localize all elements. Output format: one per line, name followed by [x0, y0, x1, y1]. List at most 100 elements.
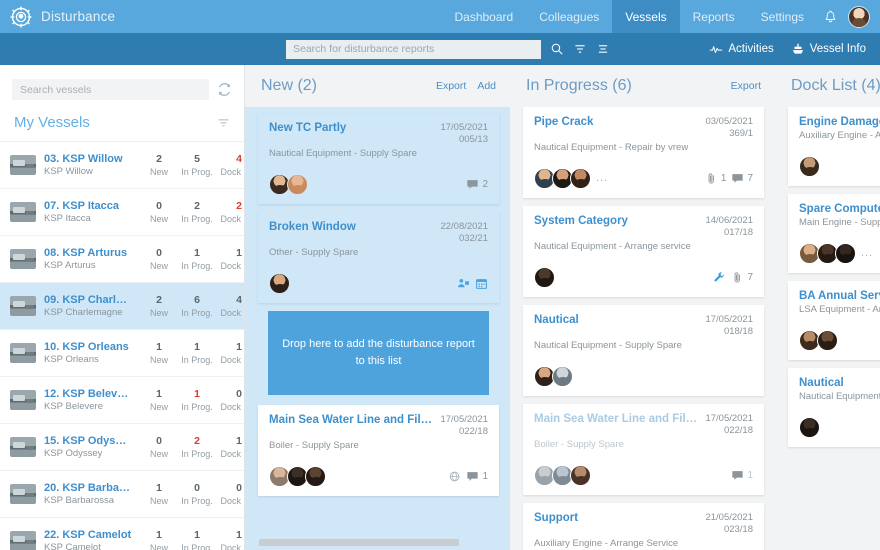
- avatar[interactable]: [305, 465, 326, 487]
- search-input[interactable]: [286, 39, 541, 59]
- nav-item-dashboard[interactable]: Dashboard: [441, 0, 526, 33]
- avatar[interactable]: [570, 464, 591, 486]
- report-card[interactable]: System Category 14/06/2021 017/18 Nautic…: [523, 206, 764, 297]
- card-subtitle: Nautical Equipment - Supply Spare: [534, 340, 682, 351]
- vessel-stat-dock-label: Dock List: [220, 307, 244, 318]
- avatar[interactable]: [534, 266, 555, 288]
- report-card[interactable]: Pipe Crack 03/05/2021 369/1 Nautical Equ…: [523, 107, 764, 198]
- nav-item-colleagues[interactable]: Colleagues: [526, 0, 612, 33]
- nav-item-reports[interactable]: Reports: [680, 0, 748, 33]
- report-card[interactable]: Nautical Nautical Equipment - Supply Spa…: [788, 368, 880, 447]
- card-reference: 369/1: [729, 128, 753, 139]
- report-card[interactable]: Main Sea Water Line and Filters 17/05/20…: [523, 404, 764, 495]
- vessel-names: 10. KSP Orleans KSP Orleans: [44, 341, 132, 365]
- avatar[interactable]: [269, 272, 290, 294]
- report-card[interactable]: Nautical 17/05/2021 018/18 Nautical Equi…: [523, 305, 764, 396]
- column-title: Dock List (4): [791, 77, 880, 94]
- vessel-row[interactable]: 12. KSP Belevere KSP Belevere 1 New 1 In…: [0, 376, 244, 423]
- filter-icon[interactable]: [217, 116, 230, 129]
- column-action-export[interactable]: Export: [436, 80, 466, 92]
- card-meta-value: 7: [747, 172, 753, 184]
- card-avatars: [799, 416, 820, 438]
- search-icon[interactable]: [550, 42, 564, 56]
- filter-icon[interactable]: [573, 42, 587, 56]
- card-reference: 022/18: [723, 425, 753, 436]
- wrench-icon: [714, 271, 725, 282]
- vessel-stat-new-label: New: [149, 213, 168, 224]
- brand[interactable]: Disturbance: [0, 6, 115, 28]
- report-card[interactable]: Engine Damage Auxiliary Engine - Arrange…: [788, 107, 880, 186]
- vessel-row[interactable]: 03. KSP Willow KSP Willow 2 New 5 In Pro…: [0, 141, 244, 188]
- report-card[interactable]: Broken Window 22/08/2021 032/21 Other - …: [258, 212, 499, 303]
- vessel-name: 09. KSP Charlem...: [44, 294, 132, 306]
- horizontal-scrollbar[interactable]: [245, 539, 880, 546]
- horizontal-scrollbar-thumb[interactable]: [259, 539, 459, 546]
- column-body: New TC Partly 17/05/2021 005/13 Nautical…: [245, 107, 510, 550]
- vessel-info-button[interactable]: Vessel Info: [791, 42, 866, 56]
- vessel-subname: KSP Camelot: [44, 542, 101, 550]
- sub-toolbar: Activities Vessel Info: [0, 33, 880, 65]
- vessel-names: 08. KSP Arturus KSP Arturus: [44, 247, 132, 271]
- card-date: 17/05/2021: [440, 122, 488, 133]
- vessel-search-input[interactable]: [12, 79, 209, 100]
- vessel-row[interactable]: 22. KSP Camelot KSP Camelot 1 New 1 In P…: [0, 517, 244, 550]
- vessel-info-label: Vessel Info: [809, 43, 866, 55]
- report-card[interactable]: BA Annual Service LSA Equipment - Arrang…: [788, 281, 880, 360]
- vessel-stat-new-count: 1: [156, 528, 162, 541]
- more-avatars-indicator[interactable]: ...: [596, 172, 608, 184]
- vessel-stat-dock-count: 1: [236, 434, 242, 447]
- nav-item-vessels[interactable]: Vessels: [612, 0, 680, 33]
- report-card[interactable]: Main Sea Water Line and Filters 17/05/20…: [258, 405, 499, 496]
- vessel-stat-dock-label: Dock List: [220, 542, 244, 550]
- vessel-stat-dock: 1 Dock List: [216, 341, 244, 366]
- vessel-stat-dock-count: 0: [236, 387, 242, 400]
- vessel-names: 22. KSP Camelot KSP Camelot: [44, 529, 132, 550]
- report-card[interactable]: Spare Computer Missing Main Engine - Sup…: [788, 194, 880, 273]
- avatar[interactable]: [817, 329, 838, 351]
- vessel-row[interactable]: 15. KSP Odyssey KSP Odyssey 0 New 2 In P…: [0, 423, 244, 470]
- card-meta: 1: [731, 469, 753, 482]
- ship-wheel-icon: [10, 6, 32, 27]
- avatar[interactable]: [848, 5, 870, 28]
- avatar[interactable]: [287, 173, 308, 195]
- avatar[interactable]: [552, 365, 573, 387]
- card-header: System Category 14/06/2021 017/18: [534, 215, 753, 239]
- vessel-stat-new: 2 New: [140, 294, 178, 319]
- vessel-list[interactable]: 03. KSP Willow KSP Willow 2 New 5 In Pro…: [0, 141, 244, 550]
- vessel-stat-in-progress-count: 1: [194, 340, 200, 353]
- vessel-stat-new-label: New: [149, 166, 168, 177]
- card-dates: 03/05/2021 369/1: [705, 116, 753, 140]
- vessel-row[interactable]: 10. KSP Orleans KSP Orleans 1 New 1 In P…: [0, 329, 244, 376]
- vessel-row[interactable]: 07. KSP Itacca KSP Itacca 0 New 2 In Pro…: [0, 188, 244, 235]
- comment-icon: [467, 179, 479, 189]
- vessel-row[interactable]: 08. KSP Arturus KSP Arturus 0 New 1 In P…: [0, 235, 244, 282]
- vessel-stat-dock-label: Dock List: [220, 166, 244, 177]
- card-avatars: ...: [534, 167, 608, 189]
- card-footer: [799, 154, 880, 178]
- card-footer: 1: [534, 463, 753, 487]
- column-action-add[interactable]: Add: [477, 80, 496, 92]
- vessel-row[interactable]: 09. KSP Charlem... KSP Charlemagne 2 New…: [0, 282, 244, 329]
- vessel-row[interactable]: 20. KSP Barbaro... KSP Barbarossa 1 New …: [0, 470, 244, 517]
- activities-button[interactable]: Activities: [709, 42, 774, 56]
- more-avatars-indicator[interactable]: ...: [861, 247, 873, 259]
- subbar-right-actions: Activities Vessel Info: [709, 42, 866, 56]
- column-action-export[interactable]: Export: [731, 80, 761, 92]
- vessel-stat-new: 0 New: [140, 200, 178, 225]
- dropzone[interactable]: Drop here to add the disturbance report …: [268, 311, 489, 395]
- vessel-stats: 1 New 1 In Prog. 1 Dock List: [140, 341, 244, 366]
- sort-icon[interactable]: [596, 42, 610, 56]
- refresh-icon[interactable]: [217, 82, 232, 97]
- top-navigation-bar: Disturbance Dashboard Colleagues Vessels…: [0, 0, 880, 33]
- avatar[interactable]: [799, 416, 820, 438]
- card-dates: 17/05/2021 018/18: [705, 314, 753, 338]
- nav-item-settings[interactable]: Settings: [748, 0, 817, 33]
- report-card[interactable]: New TC Partly 17/05/2021 005/13 Nautical…: [258, 113, 499, 204]
- avatar[interactable]: [835, 242, 856, 264]
- card-avatars: [534, 266, 555, 288]
- bell-icon[interactable]: [823, 9, 838, 24]
- main-nav: Dashboard Colleagues Vessels Reports Set…: [441, 0, 817, 33]
- avatar[interactable]: [799, 155, 820, 177]
- avatar[interactable]: [570, 167, 591, 189]
- body: My Vessels 03. KSP Willow KSP Willow 2 N…: [0, 65, 880, 550]
